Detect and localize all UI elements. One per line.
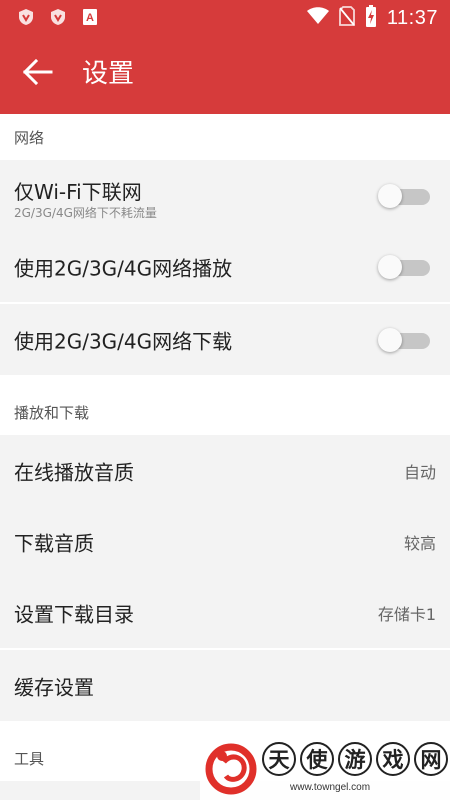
arrow-left-icon: [22, 58, 53, 89]
watermark-url: www.towngel.com: [290, 782, 371, 793]
page-title: 设置: [82, 59, 135, 89]
mobile-play-toggle[interactable]: [378, 254, 430, 279]
online-quality-setting[interactable]: 在线播放音质 自动: [0, 435, 450, 506]
watermark-char: 使: [300, 742, 334, 776]
watermark-char: 网: [414, 742, 448, 776]
setting-label: 使用2G/3G/4G网络下载: [14, 329, 233, 353]
watermark: 天 使 游 戏 网 www.towngel.com: [200, 738, 450, 800]
watermark-char: 天: [262, 742, 296, 776]
setting-label: 在线播放音质: [14, 460, 134, 484]
shield-icon: [16, 8, 36, 26]
network-group-2: 使用2G/3G/4G网络下载: [0, 304, 450, 375]
setting-label: 缓存设置: [14, 675, 94, 699]
settings-list: 网络 仅Wi-Fi下联网 2G/3G/4G网络下不耗流量 使用2G/3G/4G网…: [0, 114, 450, 800]
divider: [0, 721, 450, 735]
clock: 11:37: [386, 6, 438, 29]
section-header-network: 网络: [0, 114, 450, 160]
setting-value: 存储卡1: [377, 604, 436, 624]
setting-label: 下载音质: [14, 531, 94, 555]
text-a-icon: A: [80, 8, 100, 26]
wifi-only-setting[interactable]: 仅Wi-Fi下联网 2G/3G/4G网络下不耗流量: [0, 160, 450, 231]
section-header-playback: 播放和下载: [0, 389, 450, 435]
setting-label: 设置下载目录: [14, 602, 134, 626]
watermark-chars: 天 使 游 戏 网: [262, 742, 448, 776]
watermark-char: 戏: [376, 742, 410, 776]
wifi-only-toggle[interactable]: [378, 183, 430, 208]
back-button[interactable]: [20, 56, 56, 92]
mobile-download-toggle[interactable]: [378, 327, 430, 352]
cache-group: 缓存设置: [0, 650, 450, 721]
setting-label: 使用2G/3G/4G网络播放: [14, 256, 233, 280]
cache-setting[interactable]: 缓存设置: [0, 650, 450, 721]
download-quality-setting[interactable]: 下载音质 较高: [0, 506, 450, 577]
watermark-logo: [204, 742, 258, 796]
shield-icon: [48, 8, 68, 26]
no-sim-icon: [339, 6, 355, 30]
setting-label: 仅Wi-Fi下联网: [14, 180, 142, 204]
network-group: 仅Wi-Fi下联网 2G/3G/4G网络下不耗流量 使用2G/3G/4G网络播放: [0, 160, 450, 302]
svg-text:A: A: [86, 12, 94, 24]
app-bar: 设置: [0, 34, 450, 114]
mobile-play-setting[interactable]: 使用2G/3G/4G网络播放: [0, 231, 450, 302]
setting-value: 较高: [403, 533, 436, 553]
watermark-char: 游: [338, 742, 372, 776]
setting-sublabel: 2G/3G/4G网络下不耗流量: [14, 206, 157, 220]
setting-value: 自动: [403, 462, 436, 482]
download-dir-setting[interactable]: 设置下载目录 存储卡1: [0, 577, 450, 648]
mobile-download-setting[interactable]: 使用2G/3G/4G网络下载: [0, 304, 450, 375]
divider: [0, 375, 450, 389]
wifi-icon: [306, 7, 329, 29]
battery-charging-icon: [365, 5, 377, 31]
status-bar: A 11:37: [0, 0, 450, 34]
playback-group: 在线播放音质 自动 下载音质 较高 设置下载目录 存储卡1: [0, 435, 450, 648]
